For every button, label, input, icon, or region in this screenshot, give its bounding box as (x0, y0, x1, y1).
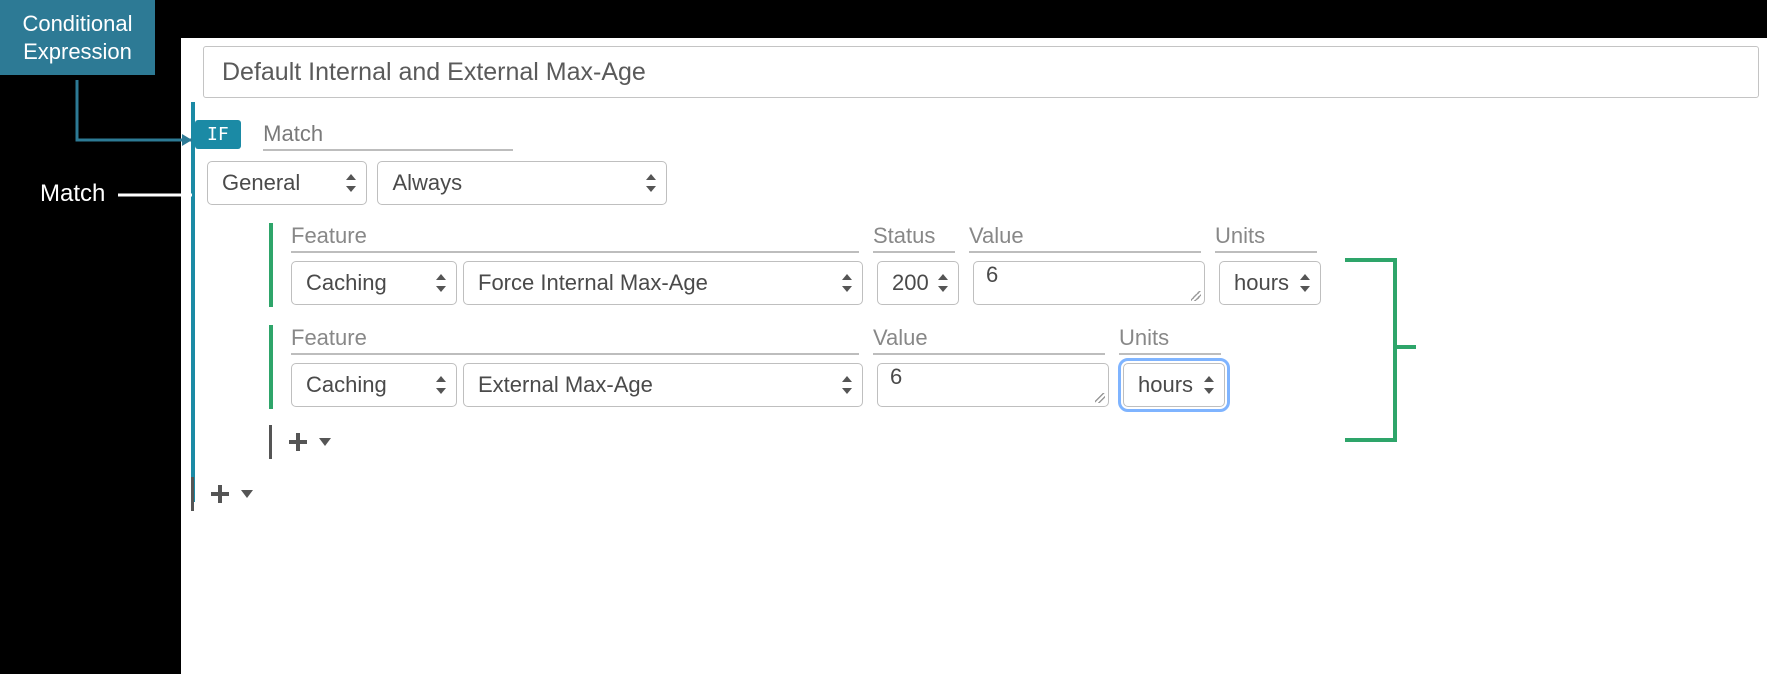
select-value: hours (1138, 372, 1193, 398)
plus-icon (209, 483, 231, 505)
col-label-feature: Feature (291, 223, 859, 253)
annotation-text: Match (40, 180, 105, 207)
feature-units-select[interactable]: hours (1219, 261, 1321, 305)
add-rule-row (191, 483, 1767, 505)
if-chip: IF (195, 120, 241, 149)
feature-units-select[interactable]: hours (1123, 363, 1225, 407)
chevron-updown-icon (434, 272, 448, 294)
annotation-text: Conditional Expression (22, 11, 132, 64)
resize-handle-icon (1191, 291, 1201, 301)
col-label-units: Units (1119, 325, 1221, 355)
rule-title-input[interactable] (203, 46, 1759, 98)
input-value: 6 (890, 364, 902, 389)
annotation-match: Match (40, 180, 105, 208)
add-rule-button[interactable] (209, 483, 231, 505)
add-rail (269, 425, 272, 459)
select-value: Always (392, 170, 462, 196)
feature-value-input[interactable]: 6 (877, 363, 1109, 407)
select-value: Force Internal Max-Age (478, 270, 708, 296)
match-header-label: Match (263, 121, 513, 151)
select-value: General (222, 170, 300, 196)
chevron-updown-icon (434, 374, 448, 396)
select-value: Caching (306, 270, 387, 296)
add-feature-button[interactable] (287, 431, 309, 453)
add-rule-dropdown[interactable] (241, 490, 253, 498)
plus-icon (287, 431, 309, 453)
chevron-updown-icon (1298, 272, 1312, 294)
add-rail (191, 477, 194, 511)
add-feature-dropdown[interactable] (319, 438, 331, 446)
feature-rail (269, 325, 273, 409)
select-value: 200 (892, 270, 929, 296)
annotation-conditional-expression: Conditional Expression (0, 0, 155, 75)
chevron-updown-icon (344, 172, 358, 194)
add-feature-row (269, 431, 1767, 453)
feature-status-select[interactable]: 200 (877, 261, 959, 305)
feature-name-select[interactable]: Force Internal Max-Age (463, 261, 863, 305)
if-rail (191, 102, 195, 502)
feature-category-select[interactable]: Caching (291, 261, 457, 305)
resize-handle-icon (1095, 393, 1105, 403)
col-label-feature: Feature (291, 325, 859, 355)
col-label-value: Value (873, 325, 1105, 355)
rule-editor-panel: IF Match General Always Feature Status V… (181, 38, 1767, 674)
chevron-updown-icon (840, 272, 854, 294)
feature-name-select[interactable]: External Max-Age (463, 363, 863, 407)
col-label-value: Value (969, 223, 1201, 253)
match-category-select[interactable]: General (207, 161, 367, 205)
feature-value-input[interactable]: 6 (973, 261, 1205, 305)
select-value: hours (1234, 270, 1289, 296)
feature-rail (269, 223, 273, 307)
input-value: 6 (986, 262, 998, 287)
col-label-status: Status (873, 223, 955, 253)
col-label-units: Units (1215, 223, 1317, 253)
match-condition-select[interactable]: Always (377, 161, 667, 205)
chevron-updown-icon (840, 374, 854, 396)
select-value: Caching (306, 372, 387, 398)
chevron-updown-icon (936, 272, 950, 294)
feature-category-select[interactable]: Caching (291, 363, 457, 407)
chevron-updown-icon (644, 172, 658, 194)
select-value: External Max-Age (478, 372, 653, 398)
chevron-updown-icon (1202, 374, 1216, 396)
